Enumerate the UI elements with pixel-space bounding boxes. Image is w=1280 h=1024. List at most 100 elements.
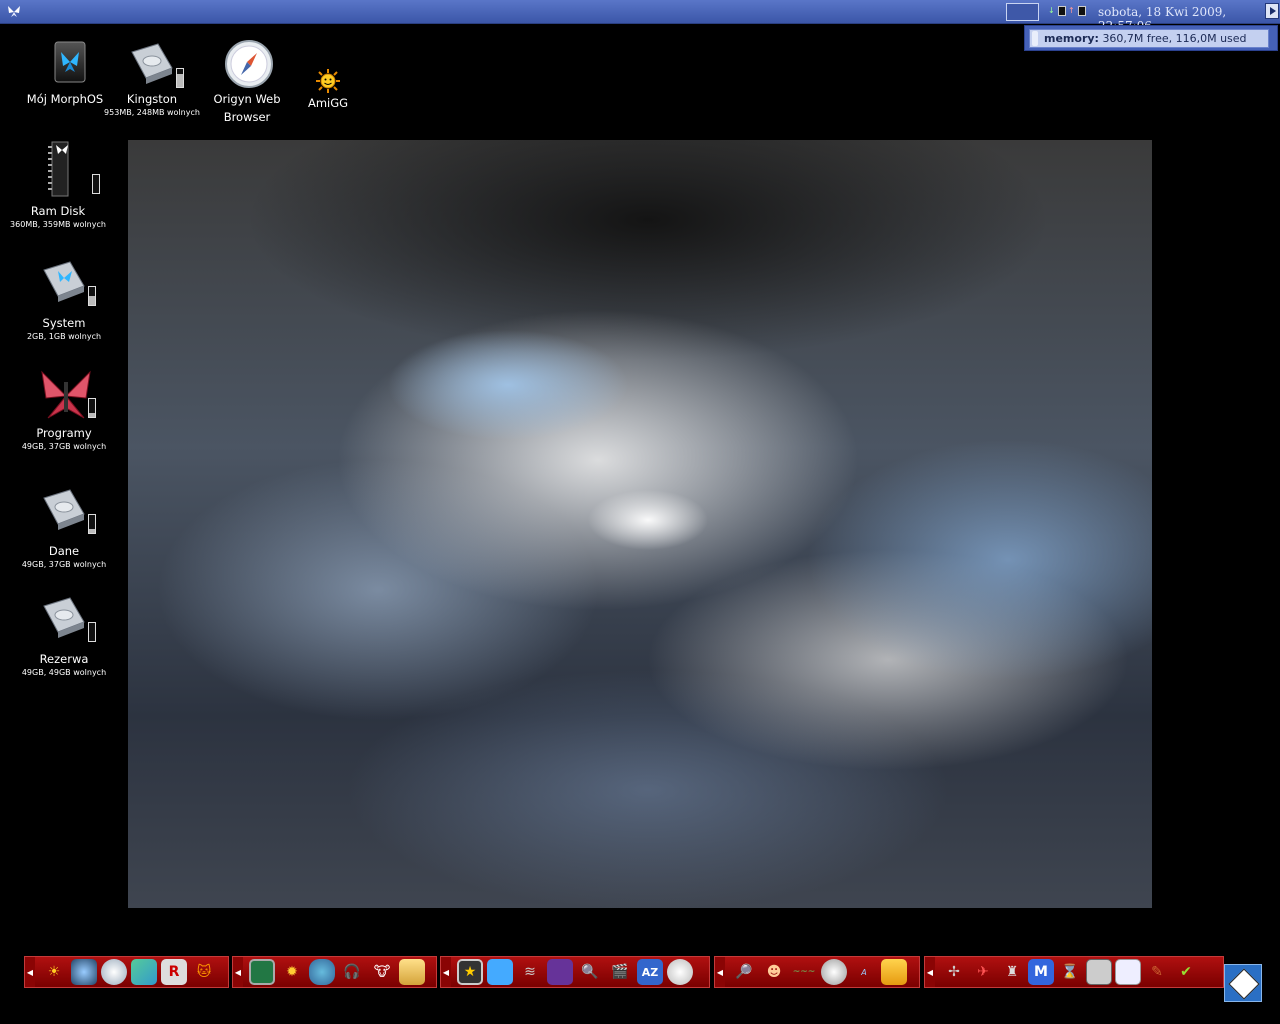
dock-collapse-arrow[interactable]: ◀ [925,957,935,987]
hard-drive-icon [38,256,96,308]
drive-fill-gauge [88,286,96,306]
icon-label: Dane [48,544,80,558]
icon-label: Origyn Web [213,92,281,106]
usb-drive-icon [126,38,184,90]
icon-sublabel: 49GB, 37GB wolnych [21,560,107,569]
dock-collapse-arrow[interactable]: ◀ [715,957,725,987]
desktop-icon-amigg[interactable]: AmiGG [298,68,358,112]
az-icon[interactable]: AZ [637,959,663,985]
folder-icon[interactable] [399,959,425,985]
text-logo-icon[interactable]: ~~~ [791,959,817,985]
icon-label: Rezerwa [39,652,89,666]
drive-fill-gauge [88,514,96,534]
icon-label: Kingston [126,92,178,106]
icon-label: Ram Disk [30,204,86,218]
robot-icon[interactable]: ♜ [999,959,1025,985]
desktop-icon-dane[interactable]: Dane 49GB, 37GB wolnych [16,484,112,570]
monitor-icon[interactable] [249,959,275,985]
butterfly-drive-icon [38,368,96,420]
compass-icon[interactable] [101,959,127,985]
hourglass-icon[interactable]: ⌛ [1057,959,1083,985]
stopwatch-icon[interactable] [821,959,847,985]
bug-icon[interactable]: ✢ [941,959,967,985]
compass-icon [221,38,273,90]
hard-drive-icon [38,484,96,536]
laptop-icon[interactable] [1086,959,1112,985]
morphos-butterfly-icon[interactable] [6,3,22,19]
drive-fill-gauge [92,174,100,194]
drive-fill-gauge [88,622,96,642]
photo-icon[interactable] [547,959,573,985]
pen-icon[interactable]: ✎ [1144,959,1170,985]
r-logo-icon[interactable]: R [161,959,187,985]
power-icon[interactable] [1078,6,1086,16]
window-icon[interactable] [1058,6,1066,16]
icon-label-line2: Browser [223,110,271,124]
globe-icon[interactable] [71,959,97,985]
check-icon[interactable]: ✔ [1173,959,1199,985]
dock-group-5: ◀ ✢ ✈ ♜ M ⌛ ✎ ✔ [924,956,1224,988]
sparkle-icon[interactable]: ✹ [279,959,305,985]
tv-icon[interactable]: ★ [457,959,483,985]
sun-smiley-icon[interactable]: ☀ [41,959,67,985]
drag-handle[interactable] [1032,31,1038,46]
icon-label: AmiGG [307,96,349,110]
magnifier-icon[interactable]: 🔍 [577,959,603,985]
m-logo-icon[interactable]: M [1028,959,1054,985]
bookmark-icon[interactable] [487,959,513,985]
top-menu-bar: ↓ ↑ sobota, 18 Kwi 2009, 22:57:06 [0,0,1280,33]
window-icon[interactable] [1115,959,1141,985]
icon-sublabel: 953MB, 248MB wolnych [104,108,200,117]
desktop-icon-programy[interactable]: Programy 49GB, 37GB wolnych [16,368,112,452]
dock-collapse-arrow[interactable]: ◀ [233,957,243,987]
memory-label: memory: [1044,32,1099,45]
plane-icon[interactable]: ✈ [970,959,996,985]
menu-arrow-button[interactable] [1265,3,1279,19]
search-icon[interactable]: 🔎 [731,959,757,985]
dock-group-3: ◀ ★ ≋ 🔍 🎬 AZ [440,956,710,988]
fish-icon[interactable] [309,959,335,985]
package-icon[interactable] [881,959,907,985]
icon-label: Programy [36,426,92,440]
hard-drive-icon [38,592,96,644]
face-icon[interactable]: ☻ [761,959,787,985]
cd-icon[interactable] [667,959,693,985]
ram-disk-icon [32,140,100,197]
map-icon[interactable] [131,959,157,985]
desktop-icon-system[interactable]: System 2GB, 1GB wolnych [16,256,112,342]
icon-sublabel: 49GB, 37GB wolnych [21,442,107,451]
dock-group-2: ◀ ✹ 🎧 🐮 [232,956,437,988]
cow-icon[interactable]: 🐮 [369,959,395,985]
icon-label: Mój MorphOS [26,92,104,106]
drive-fill-gauge [88,398,96,418]
memory-text: memory: 360,7M free, 116,0M used [1044,32,1247,45]
dock-collapse-arrow[interactable]: ◀ [441,957,451,987]
april-logo-icon[interactable]: A [851,959,877,985]
dock-menu-icon[interactable] [1224,964,1262,1002]
desktop-icon-moj-morphos[interactable]: Mój MorphOS [26,38,104,108]
system-tray: ↓ ↑ [1048,6,1086,16]
wave-icon[interactable]: ≋ [517,959,543,985]
icon-sublabel: 2GB, 1GB wolnych [26,332,102,341]
arrow-down-icon[interactable]: ↓ [1048,6,1056,16]
memory-bar: memory: 360,7M free, 116,0M used [1029,29,1269,48]
icon-sublabel: 49GB, 49GB wolnych [21,668,107,677]
morphos-butterfly-icon [39,38,91,90]
headphones-icon[interactable]: 🎧 [339,959,365,985]
memory-monitor: memory: 360,7M free, 116,0M used [1024,25,1278,51]
desktop-icon-ram-disk[interactable]: Ram Disk 360MB, 359MB wolnych [10,140,106,230]
clapper-icon[interactable]: 🎬 [607,959,633,985]
desktop-icon-origyn-web-browser[interactable]: Origyn Web Browser [208,38,286,126]
dock-group-1: ◀ ☀ R 🐱 [24,956,229,988]
dock-collapse-arrow[interactable]: ◀ [25,957,35,987]
desktop-icon-rezerwa[interactable]: Rezerwa 49GB, 49GB wolnych [16,592,112,678]
wallpaper-clouds-image [128,140,1152,908]
drive-fill-gauge [176,68,184,88]
screen-switcher[interactable] [1006,3,1039,21]
desktop-icon-kingston[interactable]: Kingston 953MB, 248MB wolnych [104,38,200,118]
sun-smiley-icon [313,68,343,94]
arrow-up-icon[interactable]: ↑ [1068,6,1076,16]
icon-sublabel: 360MB, 359MB wolnych [10,220,106,229]
cat-icon[interactable]: 🐱 [191,959,217,985]
memory-value: 360,7M free, 116,0M used [1102,32,1247,45]
